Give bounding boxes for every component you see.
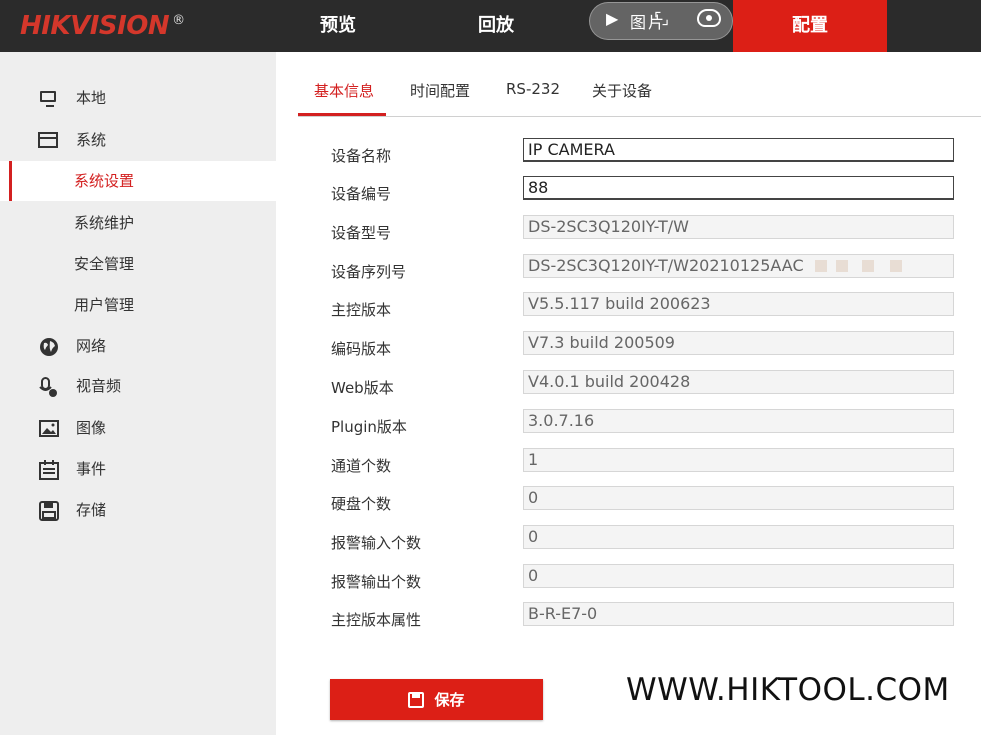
save-button-label: 保存 — [434, 692, 465, 709]
field-label: 主控版本属性 — [331, 611, 422, 629]
form-row-alarm-input-count: 报警输入个数 0 — [0, 525, 981, 555]
redaction-blur — [836, 260, 848, 272]
field-label: 通道个数 — [331, 457, 392, 475]
logo-text: HIKVISION — [20, 11, 170, 41]
form-row-firmware-attribute: 主控版本属性 B-R-E7-0 — [0, 602, 981, 632]
tab-about-device[interactable]: 关于设备 — [592, 80, 652, 116]
eye-icon[interactable] — [697, 9, 721, 27]
monitor-icon — [40, 91, 56, 107]
field-label: 编码版本 — [331, 340, 392, 358]
field-label: 硬盘个数 — [331, 495, 392, 513]
registered-mark: ® — [172, 13, 185, 29]
field-label: Plugin版本 — [331, 418, 407, 436]
field-label: 设备型号 — [331, 224, 392, 242]
channel-count-field: 1 — [523, 448, 954, 472]
redaction-blur — [890, 260, 902, 272]
serial-number-value: DS-2SC3Q120IY-T/W20210125AAC — [528, 256, 804, 275]
sidebar-item-local[interactable]: 本地 — [0, 78, 276, 118]
hdd-count-field: 0 — [523, 486, 954, 510]
tab-rs232[interactable]: RS-232 — [506, 80, 560, 116]
field-label: 设备编号 — [331, 185, 392, 203]
redaction-blur — [815, 260, 827, 272]
device-name-input[interactable] — [523, 138, 954, 162]
field-label: 报警输出个数 — [331, 573, 422, 591]
form-row-firmware-version: 主控版本 V5.5.117 build 200623 — [0, 292, 981, 322]
watermark-text: WWW.HIKTOOL.COM — [626, 672, 950, 708]
redaction-blur — [862, 260, 874, 272]
save-icon — [408, 692, 425, 708]
crop-icon[interactable]: ⌜⌟ — [654, 9, 669, 28]
active-tab-underline — [298, 113, 386, 116]
field-label: 主控版本 — [331, 301, 392, 319]
form-row-web-version: Web版本 V4.0.1 build 200428 — [0, 370, 981, 400]
tab-basic-info[interactable]: 基本信息 — [314, 80, 374, 116]
tab-time-config[interactable]: 时间配置 — [410, 80, 470, 116]
form-row-hdd-count: 硬盘个数 0 — [0, 486, 981, 516]
form-row-plugin-version: Plugin版本 3.0.7.16 — [0, 409, 981, 439]
field-label: 设备名称 — [331, 147, 392, 165]
play-icon[interactable]: ▶ — [606, 9, 618, 28]
encoding-version-field: V7.3 build 200509 — [523, 331, 954, 355]
form-row-device-model: 设备型号 DS-2SC3Q120IY-T/W — [0, 215, 981, 245]
firmware-attribute-field: B-R-E7-0 — [523, 602, 954, 626]
web-version-field: V4.0.1 build 200428 — [523, 370, 954, 394]
device-number-input[interactable] — [523, 176, 954, 200]
nav-preview[interactable]: 预览 — [290, 0, 386, 52]
form-row-channel-count: 通道个数 1 — [0, 448, 981, 478]
tab-divider — [298, 116, 981, 117]
field-label: 设备序列号 — [331, 263, 407, 281]
sidebar-item-label: 本地 — [76, 89, 107, 107]
alarm-input-count-field: 0 — [523, 525, 954, 549]
save-button[interactable]: 保存 — [330, 679, 543, 720]
field-label: Web版本 — [331, 379, 394, 397]
device-model-field: DS-2SC3Q120IY-T/W — [523, 215, 954, 239]
form-row-serial-number: 设备序列号 DS-2SC3Q120IY-T/W20210125AAC — [0, 254, 981, 284]
form-row-device-number: 设备编号 — [0, 176, 981, 206]
alarm-output-count-field: 0 — [523, 564, 954, 588]
top-bar: HIKVISION ® 预览 回放 ▶ 图片 ⌜⌟ 配置 — [0, 0, 981, 52]
nav-playback[interactable]: 回放 — [448, 0, 544, 52]
hikvision-logo: HIKVISION ® — [20, 11, 185, 41]
config-tabs: 基本信息 时间配置 RS-232 关于设备 — [298, 70, 981, 118]
plugin-version-field: 3.0.7.16 — [523, 409, 954, 433]
field-label: 报警输入个数 — [331, 534, 422, 552]
firmware-version-field: V5.5.117 build 200623 — [523, 292, 954, 316]
picture-overlay-toolbar[interactable]: ▶ 图片 ⌜⌟ — [589, 2, 733, 40]
form-row-device-name: 设备名称 — [0, 138, 981, 168]
form-row-encoding-version: 编码版本 V7.3 build 200509 — [0, 331, 981, 361]
form-row-alarm-output-count: 报警输出个数 0 — [0, 564, 981, 594]
nav-config[interactable]: 配置 — [733, 0, 887, 52]
